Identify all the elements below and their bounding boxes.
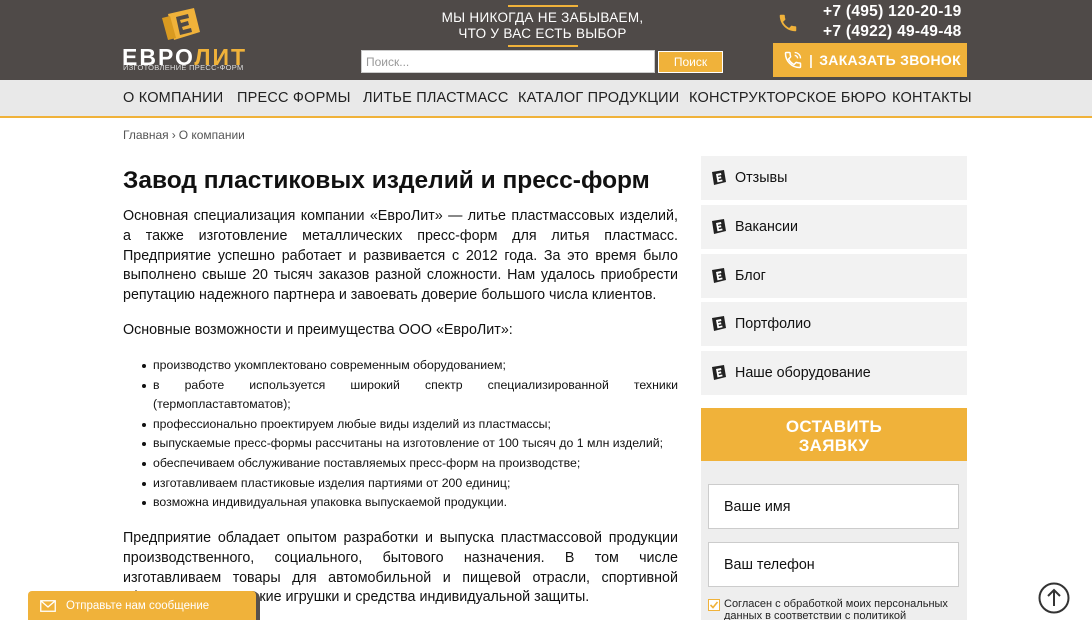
breadcrumb-separator: › (171, 128, 176, 142)
header-phones: +7 (495) 120-20-19 +7 (4922) 49-49-48 (823, 2, 962, 42)
list-item: в работе используется широкий спектр спе… (142, 376, 678, 415)
list-item: выпускаемые пресс-формы рассчитаны на из… (142, 434, 678, 454)
logo-small-icon (712, 170, 726, 185)
sidebar-item-label: Отзывы (735, 170, 788, 186)
callback-button[interactable]: | ЗАКАЗАТЬ ЗВОНОК (773, 43, 967, 77)
search-button[interactable]: Поиск (658, 51, 723, 73)
phone-number-2[interactable]: +7 (4922) 49-49-48 (823, 22, 962, 42)
scroll-to-top-icon[interactable] (1038, 582, 1070, 614)
nav-item-plastic-casting[interactable]: ЛИТЬЕ ПЛАСТМАСС (363, 90, 509, 106)
nav-item-catalog[interactable]: КАТАЛОГ ПРОДУКЦИИ (518, 90, 679, 106)
logo[interactable]: ЕВРОЛИТ ИЗГОТОВЛЕНИЕ ПРЕСС-ФОРМ (122, 6, 245, 76)
search-input[interactable] (361, 50, 655, 73)
site-header: ЕВРОЛИТ ИЗГОТОВЛЕНИЕ ПРЕСС-ФОРМ МЫ НИКОГ… (0, 0, 1092, 80)
callback-label: ЗАКАЗАТЬ ЗВОНОК (819, 52, 961, 68)
consent-label: Согласен с обработкой моих персональных … (724, 598, 948, 620)
list-item: обеспечиваем обслуживание поставляемых п… (142, 454, 678, 474)
sidebar-item-label: Портфолио (735, 316, 812, 332)
consent-checkbox[interactable]: Согласен с обработкой моих персональных … (708, 598, 958, 620)
message-widget-button[interactable]: Отправьте нам сообщение (28, 591, 256, 620)
phone-icon (779, 14, 797, 32)
breadcrumb-current: О компании (178, 128, 245, 142)
sidebar-item-label: Блог (735, 268, 766, 284)
sidebar-item-label: Наше оборудование (735, 365, 871, 381)
phone-callback-icon (784, 51, 802, 69)
advantages-list: производство укомплектовано современным … (142, 356, 678, 513)
header-slogan: МЫ НИКОГДА НЕ ЗАБЫВАЕМ, ЧТО У ВАС ЕСТЬ В… (420, 5, 665, 47)
sidebar-item-blog[interactable]: Блог (701, 254, 967, 298)
name-field[interactable] (708, 484, 959, 529)
envelope-icon (40, 599, 56, 612)
message-widget-label: Отправьте нам сообщение (66, 599, 210, 612)
nav-item-contacts[interactable]: КОНТАКТЫ (892, 90, 972, 106)
callback-separator: | (809, 52, 814, 68)
slogan-line-1: МЫ НИКОГДА НЕ ЗАБЫВАЕМ, (441, 10, 644, 25)
phone-field[interactable] (708, 542, 959, 587)
list-item: изготавливаем пластиковые изделия партия… (142, 474, 678, 494)
logo-small-icon (712, 268, 726, 283)
nav-item-press-forms[interactable]: ПРЕСС ФОРМЫ (237, 90, 351, 106)
advantages-heading: Основные возможности и преимущества ООО … (123, 322, 513, 338)
intro-paragraph: Основная специализация компании «ЕвроЛит… (123, 208, 678, 304)
logo-small-icon (712, 219, 726, 234)
list-item: возможна индивидуальная упаковка выпуска… (142, 493, 678, 513)
logo-small-icon (712, 316, 726, 331)
logo-small-icon (712, 365, 726, 380)
checkbox-checked-icon[interactable] (708, 599, 720, 611)
sidebar-item-portfolio[interactable]: Портфолио (701, 302, 967, 346)
list-item: производство укомплектовано современным … (142, 356, 678, 376)
breadcrumb: Главная › О компании (123, 128, 245, 142)
page-title: Завод пластиковых изделий и пресс-форм (123, 167, 650, 194)
logo-icon (162, 8, 200, 40)
sidebar-item-equipment[interactable]: Наше оборудование (701, 351, 967, 395)
logo-tagline: ИЗГОТОВЛЕНИЕ ПРЕСС-ФОРМ (123, 63, 244, 72)
nav-item-design-bureau[interactable]: КОНСТРУКТОРСКОЕ БЮРО (689, 90, 886, 106)
nav-item-about[interactable]: О КОМПАНИИ (123, 90, 223, 106)
list-item: профессионально проектируем любые виды и… (142, 415, 678, 435)
phone-number-1[interactable]: +7 (495) 120-20-19 (823, 2, 962, 22)
order-request-heading: ОСТАВИТЬ ЗАЯВКУ (701, 408, 967, 461)
sidebar-item-label: Вакансии (735, 219, 799, 235)
main-nav: О КОМПАНИИ ПРЕСС ФОРМЫ ЛИТЬЕ ПЛАСТМАСС К… (0, 80, 1092, 118)
order-heading-line-1: ОСТАВИТЬ (785, 417, 883, 436)
sidebar-item-reviews[interactable]: Отзывы (701, 156, 967, 200)
sidebar-item-vacancies[interactable]: Вакансии (701, 205, 967, 249)
slogan-line-2: ЧТО У ВАС ЕСТЬ ВЫБОР (458, 26, 627, 41)
breadcrumb-home[interactable]: Главная (123, 128, 169, 142)
order-heading-line-2: ЗАЯВКУ (798, 436, 870, 455)
